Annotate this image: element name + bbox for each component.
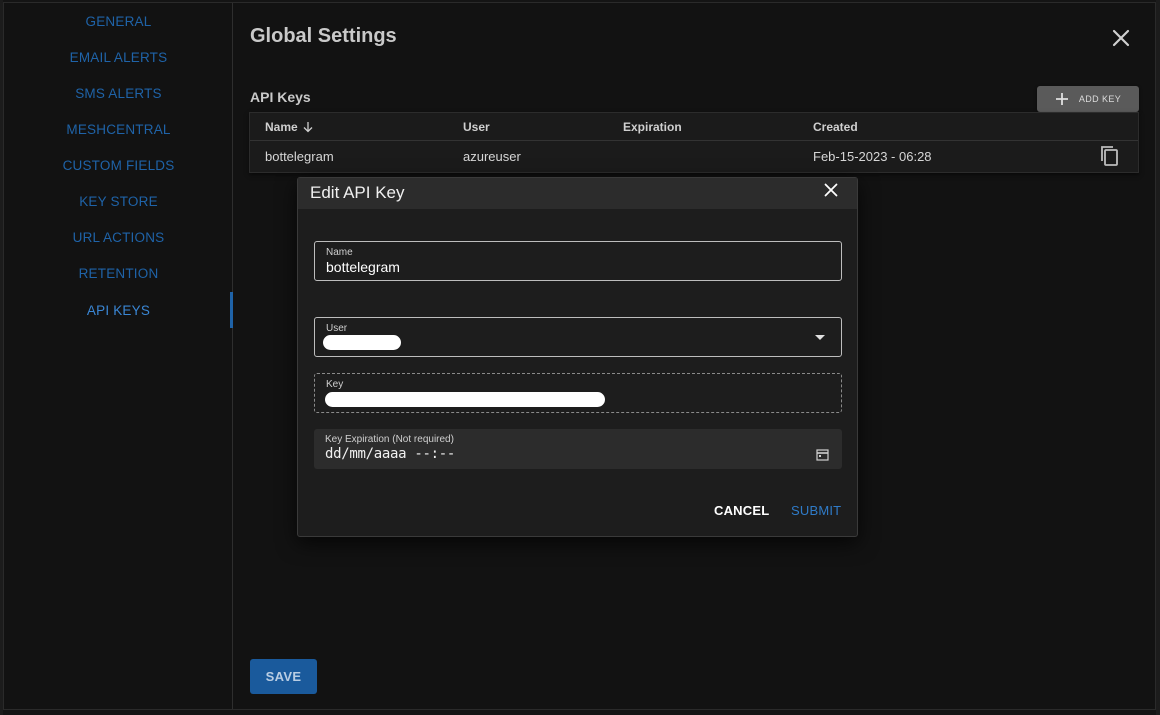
- key-expiration-label: Key Expiration (Not required): [325, 434, 454, 445]
- sidebar-item-general[interactable]: GENERAL: [4, 3, 233, 39]
- active-tab-indicator: [230, 292, 233, 328]
- arrow-down-icon: [303, 121, 313, 132]
- submit-button[interactable]: SUBMIT: [791, 500, 841, 520]
- sidebar-item-url-actions[interactable]: URL ACTIONS: [4, 219, 233, 255]
- table-cell-created: Feb-15-2023 - 06:28: [813, 149, 932, 164]
- api-keys-section-title: API Keys: [250, 89, 311, 105]
- background-page-edge-right: [1156, 0, 1160, 715]
- redacted-user-value: [323, 335, 401, 350]
- settings-sidebar: GENERAL EMAIL ALERTS SMS ALERTS MESHCENT…: [4, 3, 233, 709]
- sidebar-item-retention[interactable]: RETENTION: [4, 255, 233, 291]
- redacted-key-value: [325, 392, 605, 407]
- dialog-title: Edit API Key: [310, 183, 405, 202]
- column-header-name[interactable]: Name: [265, 113, 314, 140]
- api-keys-table: Name User Expiration Created bottelegram…: [249, 112, 1139, 173]
- dropdown-arrow-icon: [815, 335, 825, 340]
- table-cell-user: azureuser: [463, 149, 521, 164]
- key-expiration-value: dd/mm/aaaa --:--: [325, 446, 456, 462]
- close-icon[interactable]: [1108, 25, 1134, 51]
- sidebar-item-email-alerts[interactable]: EMAIL ALERTS: [4, 39, 233, 75]
- table-header-divider: [250, 140, 1138, 141]
- add-key-button[interactable]: ADD KEY: [1037, 86, 1139, 112]
- sidebar-item-meshcentral[interactable]: MESHCENTRAL: [4, 111, 233, 147]
- user-select-label: User: [326, 323, 348, 334]
- dialog-header: Edit API Key: [298, 178, 857, 209]
- save-button[interactable]: SAVE: [250, 659, 317, 694]
- table-cell-name: bottelegram: [265, 149, 334, 164]
- name-field[interactable]: Name bottelegram: [314, 241, 842, 281]
- copy-icon[interactable]: [1098, 144, 1124, 170]
- close-icon[interactable]: [824, 183, 844, 203]
- calendar-icon[interactable]: [816, 448, 829, 461]
- plus-icon: [1055, 93, 1068, 105]
- key-field: Key: [314, 373, 842, 413]
- sidebar-item-key-store[interactable]: KEY STORE: [4, 183, 233, 219]
- column-header-expiration[interactable]: Expiration: [623, 113, 682, 140]
- name-field-label: Name: [326, 247, 353, 258]
- user-select[interactable]: User: [314, 317, 842, 357]
- key-expiration-field[interactable]: Key Expiration (Not required) dd/mm/aaaa…: [314, 429, 842, 469]
- sidebar-item-sms-alerts[interactable]: SMS ALERTS: [4, 75, 233, 111]
- add-key-label: ADD KEY: [1078, 94, 1122, 104]
- column-header-created[interactable]: Created: [813, 113, 858, 140]
- name-field-value: bottelegram: [326, 259, 400, 275]
- sidebar-item-custom-fields[interactable]: CUSTOM FIELDS: [4, 147, 233, 183]
- edit-api-key-dialog: Edit API Key Name bottelegram User Key K…: [297, 177, 858, 537]
- sidebar-item-api-keys[interactable]: API KEYS: [4, 292, 233, 328]
- key-field-label: Key: [326, 379, 344, 390]
- column-header-user[interactable]: User: [463, 113, 490, 140]
- page-title: Global Settings: [250, 25, 397, 47]
- cancel-button[interactable]: CANCEL: [714, 500, 769, 520]
